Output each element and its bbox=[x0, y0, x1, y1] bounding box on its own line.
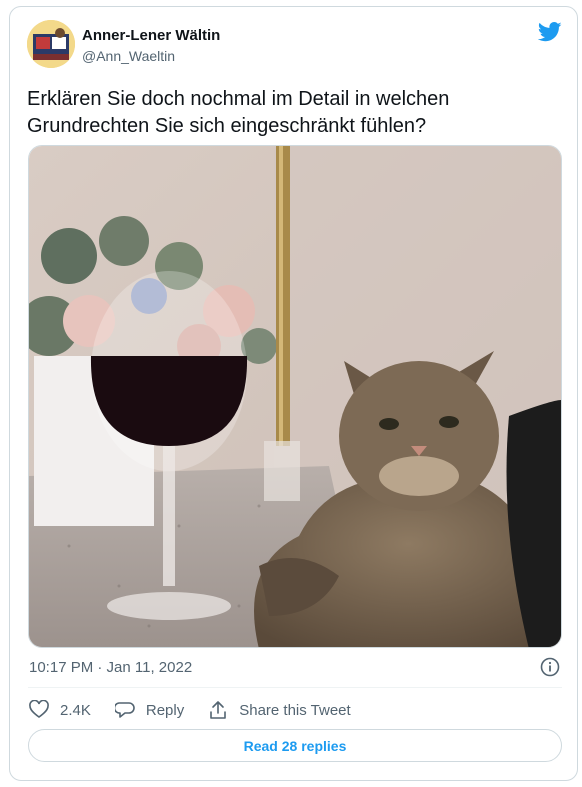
like-button[interactable]: 2.4K bbox=[29, 700, 91, 720]
avatar[interactable] bbox=[27, 20, 75, 68]
reply-label: Reply bbox=[145, 701, 185, 719]
like-count: 2.4K bbox=[60, 701, 91, 719]
reply-icon bbox=[114, 702, 135, 718]
tweet-card: Anner-Lener Wältin @Ann_Waeltin Erklären… bbox=[9, 6, 578, 781]
tweet-photo[interactable] bbox=[28, 145, 562, 648]
info-icon[interactable] bbox=[540, 657, 560, 677]
share-icon bbox=[210, 701, 227, 719]
tweet-actions: 2.4K Reply Share this Tweet bbox=[29, 698, 375, 722]
heart-icon bbox=[29, 700, 49, 718]
twitter-bird-icon[interactable] bbox=[538, 21, 562, 43]
author-name[interactable]: Anner-Lener Wältin bbox=[82, 27, 220, 44]
divider bbox=[28, 687, 562, 688]
author-handle[interactable]: @Ann_Waeltin bbox=[82, 48, 175, 64]
share-label: Share this Tweet bbox=[239, 701, 351, 719]
reply-button[interactable]: Reply bbox=[114, 700, 185, 720]
tweet-text: Erklären Sie doch nochmal im Detail in w… bbox=[27, 88, 450, 137]
tweet-timestamp[interactable]: 10:17 PM · Jan 11, 2022 bbox=[29, 659, 192, 676]
share-button[interactable]: Share this Tweet bbox=[208, 700, 351, 720]
read-replies-button[interactable]: Read 28 replies bbox=[28, 729, 562, 762]
